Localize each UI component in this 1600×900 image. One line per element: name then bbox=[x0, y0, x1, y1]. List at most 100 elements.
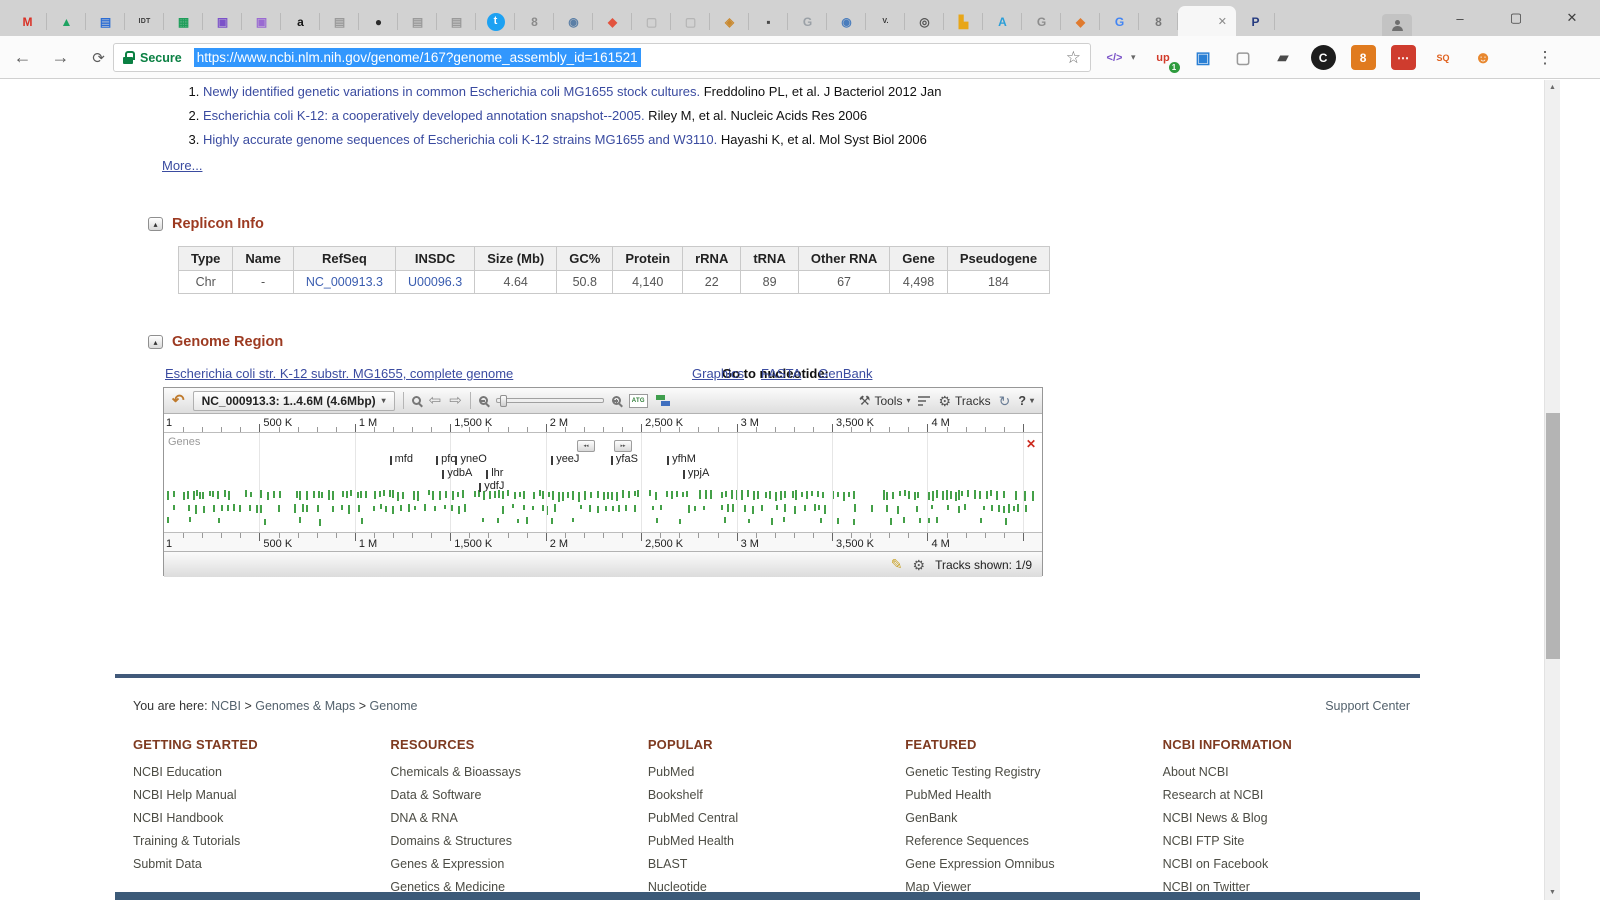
extension-caret-icon[interactable]: ▾ bbox=[1131, 52, 1136, 63]
tab-close-icon[interactable]: ✕ bbox=[1218, 15, 1227, 28]
collapse-replicon-button[interactable]: ▴ bbox=[148, 217, 163, 231]
goto-link-genbank[interactable]: GenBank bbox=[818, 366, 872, 381]
tab-doc-light-2[interactable]: ▢ bbox=[671, 7, 710, 36]
gene-feature-pfo[interactable]: pfo bbox=[436, 453, 456, 465]
tab-twitter[interactable]: t bbox=[476, 7, 515, 36]
collapse-genome-region-button[interactable]: ▴ bbox=[148, 335, 163, 349]
range-selector-button[interactable]: NC_000913.3: 1..4.6M (4.6Mbp) ▾ bbox=[192, 390, 395, 411]
tab-target[interactable]: ◎ bbox=[905, 7, 944, 36]
footer-link[interactable]: PubMed Health bbox=[905, 788, 1162, 802]
support-center-link[interactable]: Support Center bbox=[1325, 699, 1420, 713]
gene-feature-yfaS[interactable]: yfaS bbox=[611, 453, 638, 465]
footer-link[interactable]: NCBI News & Blog bbox=[1163, 811, 1420, 825]
gene-feature-ypjA[interactable]: ypjA bbox=[683, 467, 709, 479]
tracks-button[interactable]: ⚙ Tracks bbox=[938, 394, 990, 408]
footer-link[interactable]: Submit Data bbox=[133, 857, 390, 871]
bookmark-star-icon[interactable]: ☆ bbox=[1066, 48, 1081, 68]
tab-orange-gem[interactable]: ◆ bbox=[1061, 7, 1100, 36]
extension-red-dots-icon[interactable]: ⋯ bbox=[1390, 45, 1416, 70]
tab-gray-curl[interactable]: 8 bbox=[1139, 7, 1178, 36]
refresh-icon[interactable]: ↻ bbox=[999, 394, 1011, 408]
extension-code-embed-icon[interactable]: </> bbox=[1102, 45, 1127, 70]
gene-feature-ydbA[interactable]: ydbA bbox=[442, 467, 472, 479]
extension-c-black-icon[interactable]: C bbox=[1310, 45, 1336, 70]
tools-menu-button[interactable]: ⚒ Tools ▾ bbox=[859, 394, 911, 408]
extension-pdf-dark-icon[interactable]: ▰ bbox=[1271, 45, 1296, 70]
undo-icon[interactable]: ↶ bbox=[172, 393, 185, 408]
footer-link[interactable]: Genetic Testing Registry bbox=[905, 765, 1162, 779]
gene-feature-mfd[interactable]: mfd bbox=[390, 453, 413, 465]
tab-docs-blue[interactable]: ▤ bbox=[86, 7, 125, 36]
footer-link[interactable]: GenBank bbox=[905, 811, 1162, 825]
footer-link[interactable]: Gene Expression Omnibus bbox=[905, 857, 1162, 871]
gene-feature-lhr[interactable]: lhr bbox=[486, 467, 503, 479]
tab-p-site[interactable]: P bbox=[1236, 7, 1275, 36]
tab-drive[interactable]: ▲ bbox=[47, 7, 86, 36]
footer-link[interactable]: Data & Software bbox=[390, 788, 647, 802]
footer-link[interactable]: NCBI FTP Site bbox=[1163, 834, 1420, 848]
pan-right-arrow-icon[interactable]: ⇨ bbox=[449, 393, 462, 408]
tab-g-gray[interactable]: G bbox=[788, 7, 827, 36]
tab-idt[interactable]: IDT bbox=[125, 7, 164, 36]
minimize-button[interactable]: – bbox=[1432, 0, 1488, 36]
forward-button[interactable]: → bbox=[47, 44, 74, 71]
profile-button[interactable] bbox=[1382, 14, 1412, 36]
extension-orange-monster-icon[interactable]: ☻ bbox=[1471, 45, 1496, 70]
zoom-slider-thumb[interactable] bbox=[499, 395, 507, 407]
goto-link-fasta[interactable]: FASTA bbox=[761, 366, 801, 381]
reference-link[interactable]: Highly accurate genome sequences of Esch… bbox=[203, 132, 717, 147]
close-button[interactable]: ✕ bbox=[1544, 0, 1600, 36]
tab-doc-gray-2[interactable]: ▤ bbox=[398, 7, 437, 36]
tab-doc-gray-3[interactable]: ▤ bbox=[437, 7, 476, 36]
tab-red-gem[interactable]: ◆ bbox=[593, 7, 632, 36]
gear-icon[interactable]: ⚙ bbox=[913, 558, 926, 572]
tab-compass[interactable]: ◉ bbox=[554, 7, 593, 36]
tab-dark-square[interactable]: ▪ bbox=[749, 7, 788, 36]
footer-link[interactable]: NCBI Help Manual bbox=[133, 788, 390, 802]
table-link[interactable]: NC_000913.3 bbox=[306, 275, 383, 289]
tab-doc-gray[interactable]: ▤ bbox=[320, 7, 359, 36]
pan-left-arrow-icon[interactable]: ⇦ bbox=[429, 393, 442, 408]
footer-link[interactable]: Research at NCBI bbox=[1163, 788, 1420, 802]
footer-link[interactable]: Domains & Structures bbox=[390, 834, 647, 848]
tab-gmail[interactable]: M bbox=[8, 7, 47, 36]
maximize-button[interactable]: ▢ bbox=[1488, 0, 1544, 36]
extension-seoquake-icon[interactable]: SQ bbox=[1431, 45, 1456, 70]
reference-link[interactable]: Escherichia coli K-12: a cooperatively d… bbox=[203, 108, 645, 123]
footer-link[interactable]: DNA & RNA bbox=[390, 811, 647, 825]
address-bar[interactable]: Secure https://www.ncbi.nlm.nih.gov/geno… bbox=[113, 43, 1091, 72]
gene-feature-yeeJ[interactable]: yeeJ bbox=[551, 453, 579, 465]
footer-link[interactable]: NCBI Education bbox=[133, 765, 390, 779]
search-icon[interactable] bbox=[411, 396, 421, 405]
back-button[interactable]: ← bbox=[9, 44, 36, 71]
reload-button[interactable]: ⟳ bbox=[85, 44, 112, 71]
zoom-out-icon[interactable] bbox=[478, 396, 488, 405]
tab-chart-gold[interactable]: ▙ bbox=[944, 7, 983, 36]
tab-amazon[interactable]: a bbox=[281, 7, 320, 36]
footer-link[interactable]: BLAST bbox=[648, 857, 905, 871]
sequence-letters-icon[interactable]: ATG bbox=[628, 393, 648, 408]
tab-photo-1[interactable]: ▣ bbox=[203, 7, 242, 36]
reference-link[interactable]: Newly identified genetic variations in c… bbox=[203, 84, 700, 99]
footer-link[interactable]: PubMed Central bbox=[648, 811, 905, 825]
track-config-icon[interactable] bbox=[655, 394, 671, 407]
footer-link[interactable]: About NCBI bbox=[1163, 765, 1420, 779]
gene-feature-yfhM[interactable]: yfhM bbox=[667, 453, 696, 465]
scrollbar-up-arrow[interactable]: ▲ bbox=[1545, 80, 1560, 95]
footer-link[interactable]: NCBI Handbook bbox=[133, 811, 390, 825]
vertical-scrollbar[interactable]: ▲ ▼ bbox=[1544, 80, 1560, 900]
goto-link-graphics[interactable]: Graphics bbox=[692, 366, 744, 381]
footer-link[interactable]: Chemicals & Bioassays bbox=[390, 765, 647, 779]
tab-gray-eight[interactable]: 8 bbox=[515, 7, 554, 36]
footer-link[interactable]: PubMed bbox=[648, 765, 905, 779]
footer-link[interactable]: PubMed Health bbox=[648, 834, 905, 848]
table-link[interactable]: U00096.3 bbox=[408, 275, 462, 289]
marker-pen-icon[interactable]: ✎ bbox=[891, 556, 903, 573]
tab-v-site[interactable]: V. bbox=[866, 7, 905, 36]
scrollbar-down-arrow[interactable]: ▼ bbox=[1545, 885, 1560, 900]
footer-link[interactable]: NCBI on Facebook bbox=[1163, 857, 1420, 871]
tab-doc-light[interactable]: ▢ bbox=[632, 7, 671, 36]
tab-gold-gem[interactable]: ◈ bbox=[710, 7, 749, 36]
tab-active[interactable]: ✕ bbox=[1178, 6, 1236, 36]
sequence-link[interactable]: Escherichia coli str. K-12 substr. MG165… bbox=[165, 366, 513, 381]
